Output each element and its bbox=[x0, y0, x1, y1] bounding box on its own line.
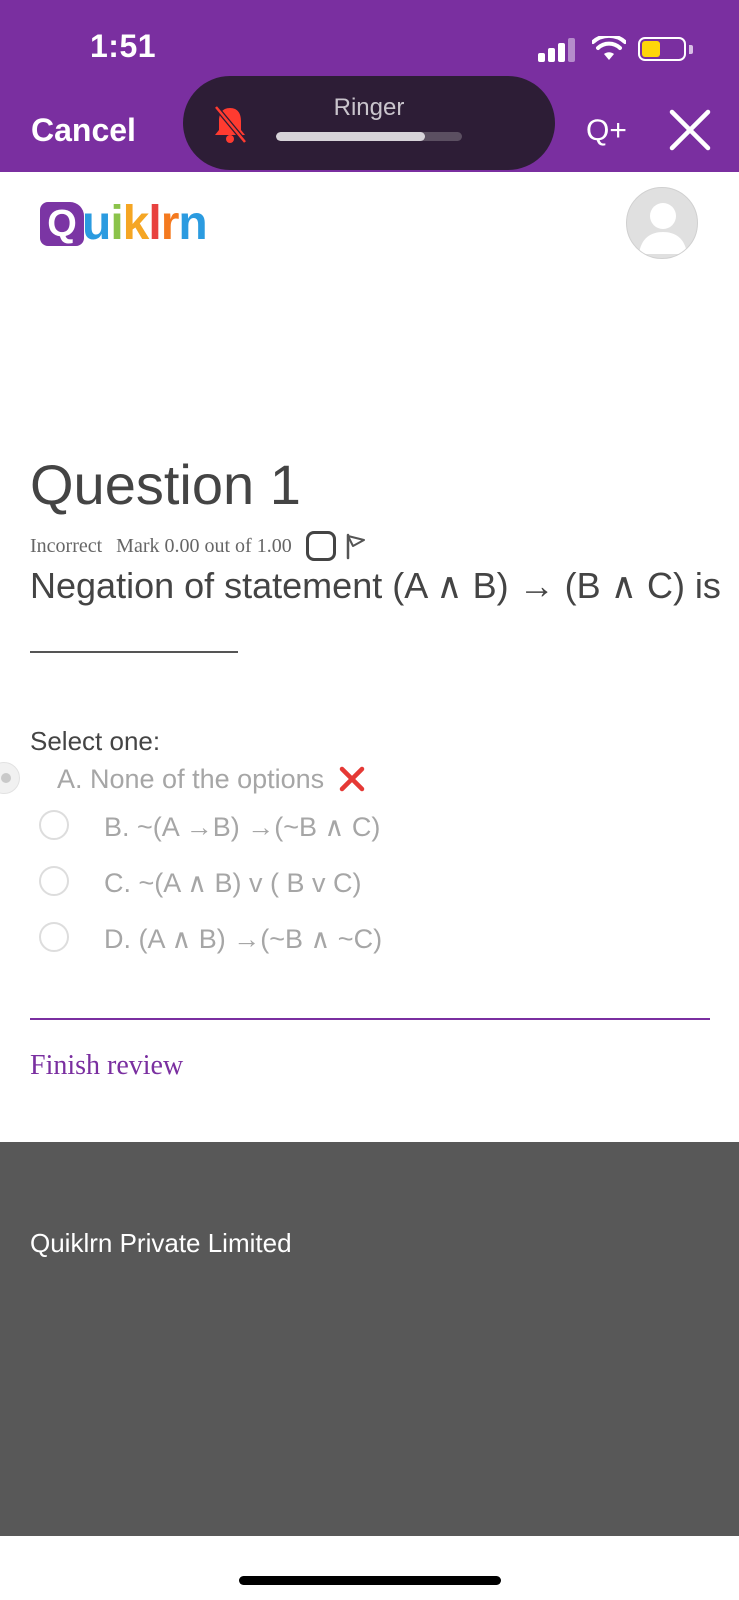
flag-icon[interactable] bbox=[344, 532, 368, 560]
question-mark: Mark 0.00 out of 1.00 bbox=[116, 534, 292, 557]
logo-letter: k bbox=[122, 197, 150, 250]
option-b-radio[interactable] bbox=[39, 810, 69, 840]
question-info: Incorrect Mark 0.00 out of 1.00 bbox=[30, 531, 368, 561]
incorrect-x-icon bbox=[339, 766, 365, 792]
ringer-volume-bar bbox=[276, 132, 462, 141]
question-status: Incorrect bbox=[30, 534, 103, 557]
logo-letter: r bbox=[160, 197, 180, 250]
avatar[interactable] bbox=[626, 187, 698, 259]
question-title: Question 1 bbox=[30, 453, 301, 516]
option-b-label: B. ~(A →B) →(~B ∧ C) bbox=[104, 812, 381, 842]
status-time: 1:51 bbox=[90, 28, 157, 64]
finish-review-link[interactable]: Finish review bbox=[30, 1050, 183, 1082]
battery-icon bbox=[638, 37, 686, 61]
page-footer: Quiklrn Private Limited bbox=[0, 1142, 739, 1536]
ringer-volume-fill bbox=[276, 132, 425, 141]
option-a-radio[interactable] bbox=[0, 762, 20, 794]
option-c-label: C. ~(A ∧ B) v ( B v C) bbox=[104, 868, 362, 898]
close-icon[interactable] bbox=[668, 108, 712, 152]
option-c-radio[interactable] bbox=[39, 866, 69, 896]
option-d-radio[interactable] bbox=[39, 922, 69, 952]
battery-level bbox=[642, 41, 660, 57]
logo-wordmark: uiklrn bbox=[82, 196, 208, 251]
ringer-volume-hud: Ringer bbox=[183, 76, 555, 170]
section-divider bbox=[30, 1018, 710, 1020]
question-text: Negation of statement (A ∧ B) → (B ∧ C) … bbox=[30, 565, 721, 606]
answer-blank-line bbox=[30, 651, 238, 653]
wifi-icon bbox=[592, 36, 626, 60]
ringer-label: Ringer bbox=[333, 94, 405, 121]
user-icon bbox=[639, 203, 687, 254]
cancel-button[interactable]: Cancel bbox=[31, 112, 136, 149]
cellular-signal-icon bbox=[538, 38, 578, 62]
qplus-button[interactable]: Q+ bbox=[586, 114, 627, 148]
home-indicator[interactable] bbox=[239, 1576, 501, 1585]
logo-letter: i bbox=[110, 197, 123, 250]
option-d-label: D. (A ∧ B) →(~B ∧ ~C) bbox=[104, 924, 383, 954]
top-bar: 1:51 Cancel Q+ Ringer bbox=[0, 0, 739, 172]
flag-checkbox[interactable] bbox=[305, 531, 336, 561]
logo-letter: u bbox=[82, 197, 111, 250]
option-a-label: A. None of the options bbox=[57, 764, 325, 794]
logo-q-badge: Q bbox=[40, 202, 84, 246]
battery-cap bbox=[689, 45, 693, 54]
select-one-label: Select one: bbox=[30, 726, 161, 756]
logo-letter: n bbox=[178, 197, 207, 250]
footer-company-name: Quiklrn Private Limited bbox=[30, 1228, 292, 1258]
logo-letter: l bbox=[148, 197, 161, 250]
